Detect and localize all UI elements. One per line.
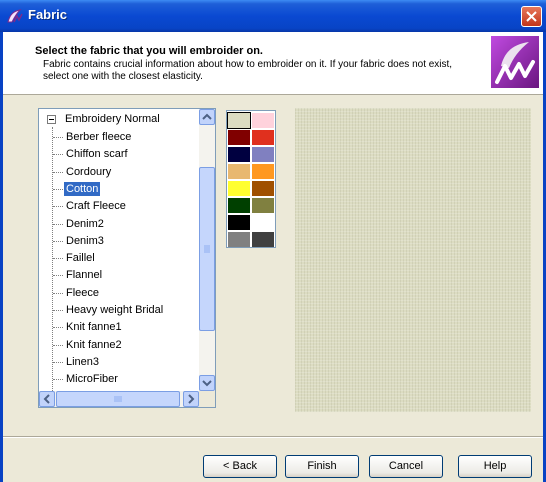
color-swatch[interactable] [228, 232, 250, 247]
tree-item-label: Knit fanne2 [66, 338, 122, 351]
tree-item[interactable]: Denim2 [53, 216, 199, 233]
grip-icon [114, 396, 122, 402]
tree-item[interactable]: Linen3 [53, 354, 199, 371]
back-button[interactable]: < Back [203, 455, 277, 478]
tree-item-label: Chiffon scarf [66, 148, 128, 161]
tree-item[interactable]: Cordoury [53, 164, 199, 181]
tree-item[interactable]: Flannel [53, 267, 199, 284]
tree-root-label: Embroidery Normal [65, 113, 160, 125]
chevron-left-icon [43, 394, 50, 404]
tree-item[interactable]: Faillel [53, 250, 199, 267]
header-description: Fabric contains crucial information abou… [43, 59, 453, 82]
tree-connector [53, 154, 63, 156]
close-button[interactable] [521, 6, 542, 27]
tree-connector [53, 292, 63, 294]
tree-item[interactable]: Berber fleece [53, 129, 199, 146]
tree-connector [53, 258, 63, 260]
tree-connector [53, 223, 63, 225]
tree-item[interactable]: Denim3 [53, 233, 199, 250]
collapse-icon[interactable] [47, 115, 56, 124]
tree-items: Embroidery Normal Berber fleece Chiffon s… [39, 109, 199, 391]
tree-item-label: Cotton [64, 181, 101, 196]
tree-item-label: Cordoury [66, 165, 112, 178]
color-swatch[interactable] [252, 147, 274, 162]
tree-horizontal-scrollbar[interactable] [39, 391, 199, 407]
tree-connector [53, 206, 63, 208]
tree-connector [53, 171, 63, 173]
tree-item-label: Heavy weight Bridal [66, 304, 164, 316]
tree-item[interactable]: Chiffon scarf [53, 146, 199, 163]
color-swatch-palette[interactable] [226, 110, 276, 248]
grip-icon [204, 245, 210, 253]
scroll-down-button[interactable] [199, 375, 215, 391]
window-title: Fabric [28, 7, 68, 22]
wizard-header: Select the fabric that you will embroide… [3, 32, 543, 95]
color-swatch[interactable] [228, 130, 250, 145]
tree-item[interactable]: Cotton [53, 181, 199, 198]
tree-connector [53, 240, 63, 242]
tree-item-label: Berber fleece [66, 131, 132, 143]
tree-connector [53, 310, 63, 311]
horizontal-scroll-thumb[interactable] [56, 391, 180, 407]
tree-connector [53, 275, 63, 277]
fabric-tree[interactable]: Embroidery Normal Berber fleece Chiffon s… [38, 108, 216, 408]
color-swatch[interactable] [228, 147, 250, 162]
scrollbar-corner [199, 391, 215, 407]
tree-connector [53, 344, 63, 346]
tree-item[interactable]: Fleece [53, 285, 199, 302]
tree-item-label: Craft Fleece [66, 200, 126, 213]
finish-button[interactable]: Finish [285, 455, 359, 478]
color-swatch[interactable] [252, 164, 274, 179]
scroll-right-button[interactable] [183, 391, 199, 407]
tree-item-label: Fleece [66, 286, 100, 299]
tree-item[interactable]: MicroFiber [53, 371, 199, 388]
scroll-up-button[interactable] [199, 109, 215, 125]
color-swatch[interactable] [252, 113, 274, 128]
vertical-scroll-thumb[interactable] [199, 167, 215, 331]
tree-item[interactable]: Knit fanne2 [53, 337, 199, 354]
help-button[interactable]: Help [458, 455, 532, 478]
color-swatch[interactable] [228, 164, 250, 179]
tree-item[interactable]: Knit fanne1 [53, 319, 199, 336]
footer-separator [3, 436, 543, 438]
tree-connector [53, 188, 63, 190]
color-swatch[interactable] [228, 181, 250, 196]
chevron-right-icon [188, 394, 195, 404]
tree-connector [53, 137, 63, 138]
fabric-preview [295, 108, 531, 412]
tree-item-label: Denim2 [66, 217, 104, 230]
close-icon [526, 11, 537, 22]
tree-connector [53, 379, 63, 381]
tree-item[interactable]: Craft Fleece [53, 198, 199, 215]
app-icon [7, 9, 23, 23]
color-swatch[interactable] [252, 181, 274, 196]
color-swatch[interactable] [252, 198, 274, 213]
color-swatch[interactable] [228, 215, 250, 230]
chevron-down-icon [202, 380, 212, 387]
cancel-button[interactable]: Cancel [369, 455, 443, 478]
tree-connector [53, 361, 63, 363]
tree-item-label: Linen3 [66, 355, 100, 368]
tree-item-label: Denim3 [66, 234, 104, 247]
header-title: Select the fabric that you will embroide… [35, 45, 263, 57]
tree-connector [53, 327, 63, 329]
tree-item[interactable]: Heavy weight Bridal [53, 302, 199, 319]
color-swatch[interactable] [252, 215, 274, 230]
color-swatch[interactable] [228, 198, 250, 213]
title-bar: Fabric [0, 0, 546, 32]
tree-vertical-scrollbar[interactable] [199, 109, 215, 391]
tree-item-label: Knit fanne1 [66, 321, 122, 334]
chevron-up-icon [202, 113, 212, 120]
tree-item-label: MicroFiber [66, 373, 118, 386]
color-swatch[interactable] [227, 112, 251, 129]
color-swatch[interactable] [252, 232, 274, 247]
tree-item-label: Flannel [66, 269, 103, 282]
scroll-left-button[interactable] [39, 391, 55, 407]
color-swatch[interactable] [252, 130, 274, 145]
logo-icon [491, 36, 539, 88]
tree-item-label: Faillel [66, 252, 95, 265]
